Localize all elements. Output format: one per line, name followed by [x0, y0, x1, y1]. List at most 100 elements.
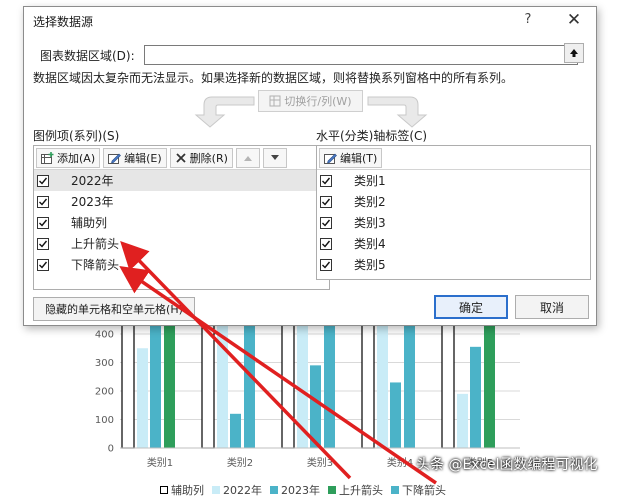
- axis-labels-label: 水平(分类)轴标签(C): [316, 129, 428, 143]
- legend-entries-label: 图例项(系列)(S): [33, 129, 120, 143]
- series-label: 上升箭头: [71, 237, 120, 251]
- help-button[interactable]: ?: [520, 12, 536, 27]
- add-series-button[interactable]: 添加(A): [36, 147, 101, 168]
- chart-bar: [441, 319, 455, 449]
- switch-row-column-button[interactable]: 切换行/列(W): [258, 90, 363, 112]
- chart-bar: [390, 382, 401, 448]
- category-list: 类别1 类别2 类别3 类别4 类别5: [317, 170, 590, 275]
- legend-swatch: [160, 486, 168, 494]
- edit-series-label: 编辑(E): [124, 151, 162, 165]
- chart-bar: [217, 319, 228, 448]
- legend-item: 2023年: [270, 482, 320, 498]
- axis-labels-panel: 编辑(T) 类别1 类别2 类别3 类别4 类别5: [316, 145, 591, 280]
- switch-row-column-area: 切换行/列(W): [184, 85, 434, 129]
- chart-bar: [484, 319, 495, 448]
- chart-range-input[interactable]: [144, 45, 578, 65]
- category-item[interactable]: 类别4: [317, 233, 590, 254]
- series-label: 2022年: [71, 174, 114, 188]
- checkmark-icon: [39, 198, 48, 206]
- chart-bar: [150, 319, 161, 448]
- checkmark-icon: [322, 198, 331, 206]
- legend-swatch: [391, 486, 399, 494]
- series-item-down-arrow[interactable]: 下降箭头: [34, 254, 329, 275]
- series-label: 下降箭头: [71, 258, 120, 272]
- category-checkbox[interactable]: [320, 237, 332, 250]
- category-item[interactable]: 类别2: [317, 191, 590, 212]
- legend-swatch: [270, 486, 278, 494]
- series-label: 2023年: [71, 195, 114, 209]
- category-label: 类别1: [354, 174, 386, 188]
- series-item-up-arrow[interactable]: 上升箭头: [34, 233, 329, 254]
- close-button[interactable]: ✕: [564, 10, 584, 30]
- category-checkbox[interactable]: [320, 258, 332, 271]
- category-item[interactable]: 类别3: [317, 212, 590, 233]
- y-tick-label: 0: [108, 444, 114, 455]
- range-note: 数据区域因太复杂而无法显示。如果选择新的数据区域，则将替换系列窗格中的所有系列。: [33, 71, 514, 85]
- legend-item: 上升箭头: [328, 482, 383, 498]
- category-item[interactable]: 类别1: [317, 170, 590, 191]
- x-tick-label: 类别1: [147, 456, 173, 469]
- add-icon: [41, 151, 54, 164]
- y-tick-label: 200: [95, 387, 114, 398]
- legend-label: 2022年: [223, 484, 262, 497]
- chart-bar: [361, 319, 375, 449]
- edit-icon: [108, 153, 122, 164]
- series-item-helper[interactable]: 辅助列: [34, 212, 329, 233]
- move-up-button[interactable]: [235, 147, 260, 168]
- legend-item: 2022年: [212, 482, 262, 498]
- series-checkbox[interactable]: [37, 237, 49, 250]
- delete-series-button[interactable]: 删除(R): [169, 147, 233, 168]
- series-checkbox[interactable]: [37, 258, 49, 271]
- dialog-titlebar[interactable]: 选择数据源 ? ✕: [24, 7, 596, 35]
- series-checkbox[interactable]: [37, 195, 49, 208]
- category-checkbox[interactable]: [320, 216, 332, 229]
- y-tick-label: 300: [95, 358, 114, 369]
- category-label: 类别5: [354, 258, 386, 272]
- series-label: 辅助列: [71, 216, 108, 230]
- chart-bar: [377, 319, 388, 448]
- delete-series-label: 删除(R): [189, 151, 228, 165]
- legend-swatch: [328, 486, 336, 494]
- legend-entries-panel: 添加(A) 编辑(E) 删除(R) 2022年 2023年 辅助列 上升箭头 下…: [33, 145, 330, 290]
- chart-bar: [404, 319, 415, 448]
- category-checkbox[interactable]: [320, 195, 332, 208]
- watermark: 头条 @Excel函数编程可视化: [416, 457, 598, 473]
- switch-icon: [269, 95, 281, 107]
- chart-bar: [310, 365, 321, 448]
- chart-bar: [324, 319, 335, 448]
- checkmark-icon: [39, 240, 48, 248]
- checkmark-icon: [39, 219, 48, 227]
- edit-icon: [324, 153, 337, 164]
- edit-axis-labels-button[interactable]: 编辑(T): [319, 147, 383, 168]
- legend-item: 辅助列: [160, 482, 204, 498]
- chart-bar: [244, 319, 255, 448]
- collapse-range-button[interactable]: [564, 43, 584, 63]
- chart-bar: [164, 319, 175, 448]
- series-checkbox[interactable]: [37, 216, 49, 229]
- triangle-down-icon: [270, 154, 279, 160]
- triangle-up-icon: [243, 155, 252, 161]
- category-checkbox[interactable]: [320, 174, 332, 187]
- add-series-label: 添加(A): [57, 151, 96, 165]
- ok-button[interactable]: 确定: [434, 295, 508, 319]
- chart-range-row: 图表数据区域(D):: [40, 45, 578, 65]
- hidden-empty-cells-button[interactable]: 隐藏的单元格和空单元格(H): [33, 297, 195, 321]
- chart-legend: 辅助列 2022年 2023年 上升箭头 下降箭头: [160, 481, 446, 499]
- category-label: 类别4: [354, 237, 386, 251]
- legend-swatch: [212, 486, 220, 494]
- legend-label: 辅助列: [171, 484, 204, 497]
- checkmark-icon: [39, 261, 48, 269]
- chart-bar: [137, 348, 148, 448]
- y-tick-label: 400: [95, 330, 114, 341]
- series-list: 2022年 2023年 辅助列 上升箭头 下降箭头: [34, 170, 329, 275]
- cancel-button[interactable]: 取消: [515, 295, 589, 319]
- series-checkbox[interactable]: [37, 174, 49, 187]
- dialog-title: 选择数据源: [33, 14, 94, 29]
- chart-bar: [230, 413, 241, 448]
- series-item-2023[interactable]: 2023年: [34, 191, 329, 212]
- series-item-2022[interactable]: 2022年: [34, 170, 329, 191]
- chart-bar: [297, 319, 308, 448]
- category-item[interactable]: 类别5: [317, 254, 590, 275]
- move-down-button[interactable]: [262, 147, 287, 168]
- edit-series-button[interactable]: 编辑(E): [103, 147, 167, 168]
